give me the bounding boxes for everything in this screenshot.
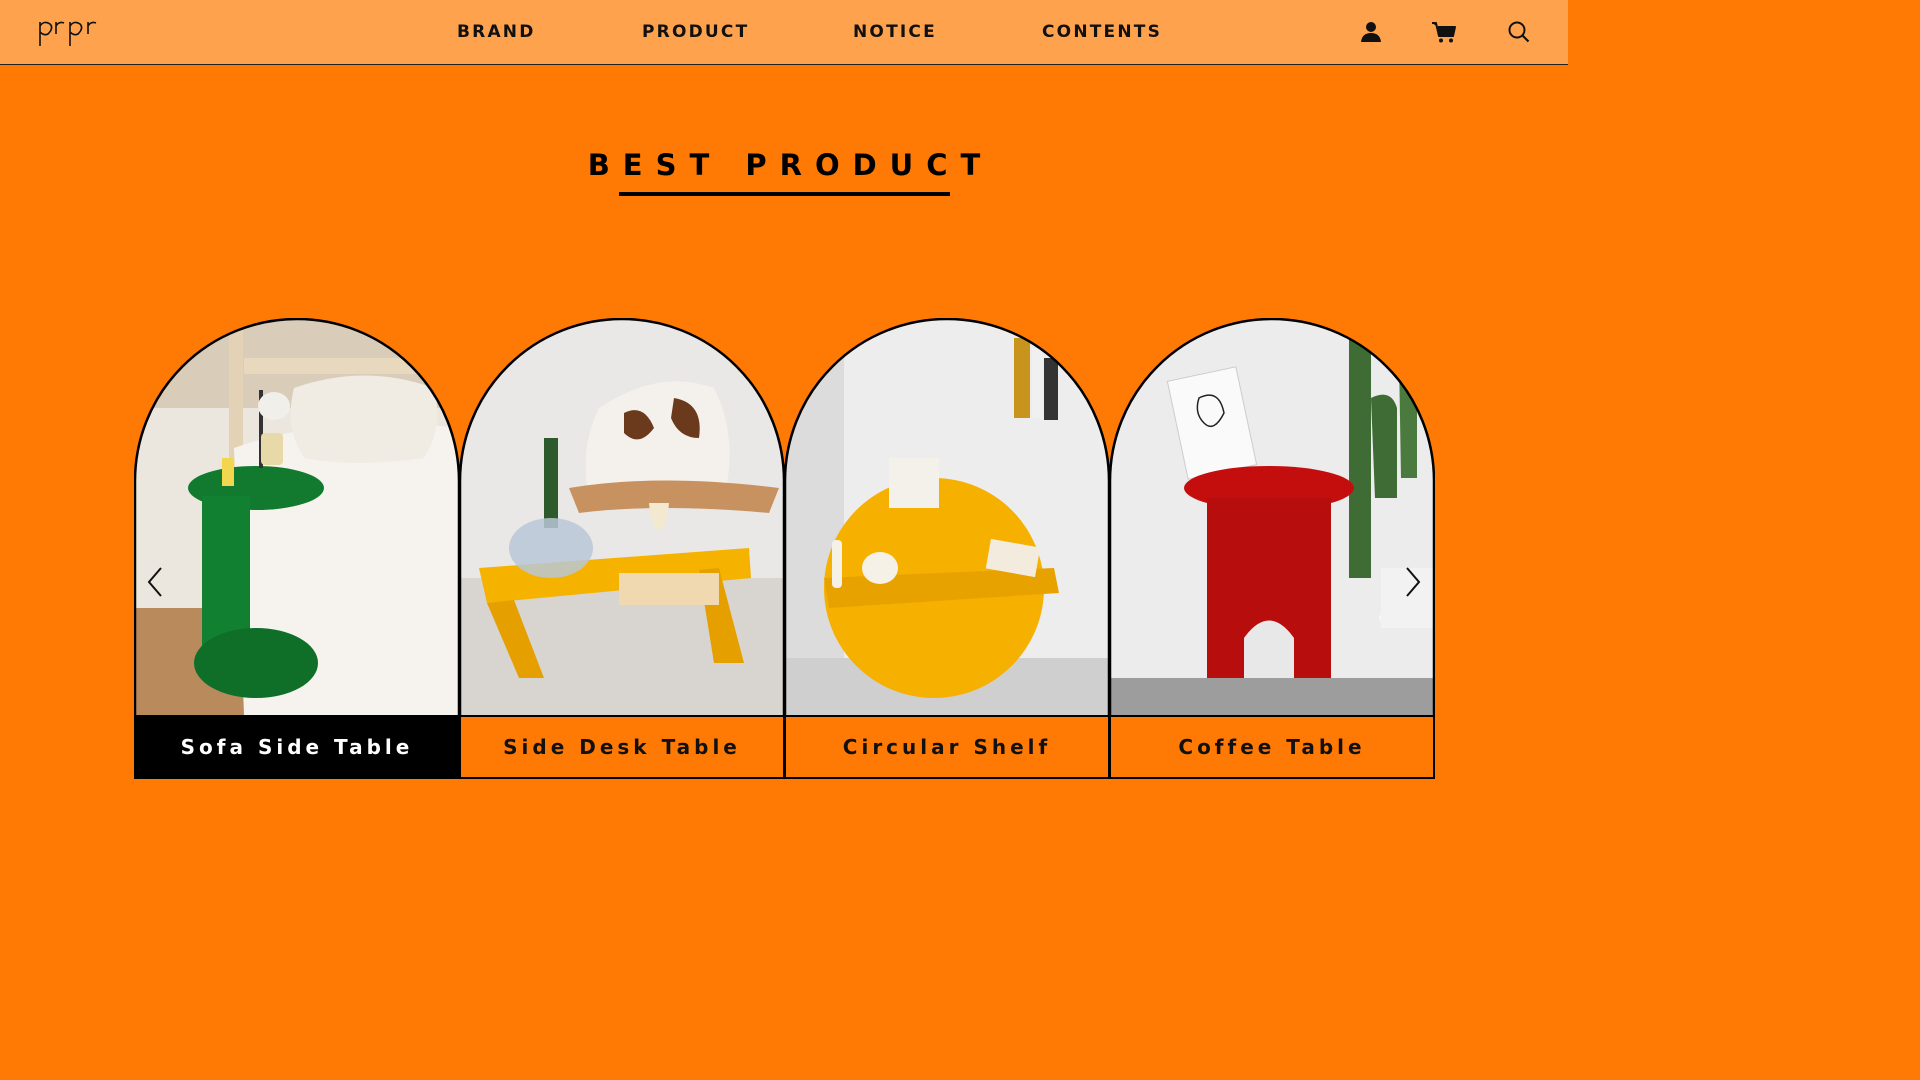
title-underline [619,192,950,196]
site-header: BRAND PRODUCT NOTICE CONTENTS [0,0,1568,65]
nav-product[interactable]: PRODUCT [642,22,749,42]
nav-notice[interactable]: NOTICE [853,22,937,42]
product-image-coffee-table [1109,318,1435,715]
nav-contents[interactable]: CONTENTS [1042,22,1162,42]
section-title: BEST PRODUCT [587,148,994,182]
product-name[interactable]: Coffee Table [1109,715,1435,779]
product-image-sofa-side-table [134,318,460,715]
chevron-right-icon[interactable] [1402,564,1424,600]
product-name[interactable]: Side Desk Table [459,715,785,779]
product-card-circular-shelf[interactable]: Circular Shelf [784,318,1110,779]
nav-brand[interactable]: BRAND [457,22,536,42]
search-icon[interactable] [1505,18,1533,46]
user-icon[interactable] [1357,18,1385,46]
product-image-side-desk-table [459,318,785,715]
cart-icon[interactable] [1430,18,1458,46]
product-card-coffee-table[interactable]: Coffee Table [1109,318,1435,779]
product-name[interactable]: Sofa Side Table [134,715,460,779]
product-name[interactable]: Circular Shelf [784,715,1110,779]
product-card-side-desk-table[interactable]: Side Desk Table [459,318,785,779]
product-card-sofa-side-table[interactable]: Sofa Side Table [134,318,460,779]
brand-logo[interactable] [36,14,106,50]
product-image-circular-shelf [784,318,1110,715]
chevron-left-icon[interactable] [144,564,166,600]
